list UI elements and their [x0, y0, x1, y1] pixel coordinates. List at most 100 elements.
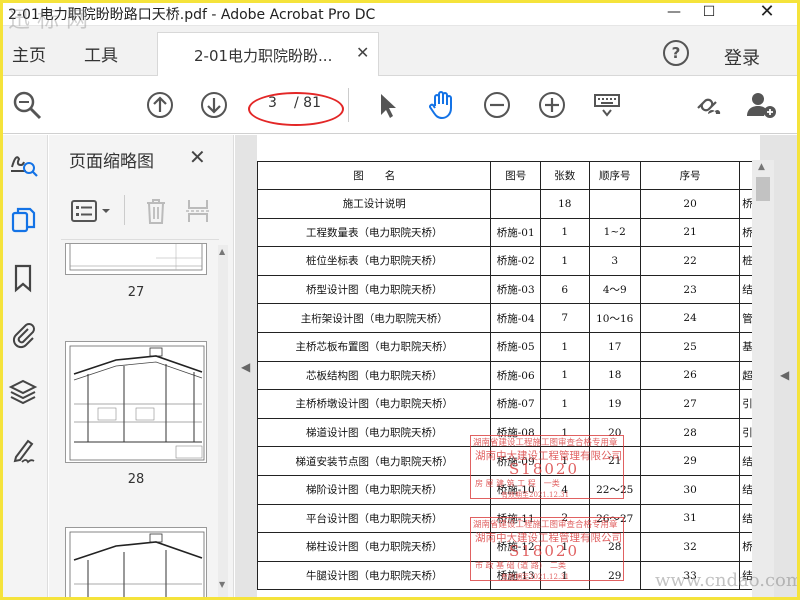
delete-page-icon[interactable]: [144, 197, 168, 225]
table-row: 施工设计说明 18 20 桥: [257, 189, 760, 219]
table-row: 工程数量表（电力职院天桥） 桥施-01 1 1~2 21 桥: [257, 217, 760, 248]
zoom-search-icon[interactable]: [10, 88, 44, 122]
maximize-button[interactable]: ☐: [697, 2, 721, 22]
cell-serial-number: 32: [639, 532, 741, 562]
share-link-icon[interactable]: [690, 88, 724, 122]
header-drawing-number: 图号: [490, 161, 541, 190]
hand-tool-icon[interactable]: [425, 88, 459, 122]
left-rail: [0, 135, 48, 600]
cell-drawing-name: 平台设计图（电力职院天桥）: [257, 503, 492, 534]
cell-serial-number: 28: [639, 417, 741, 448]
thumbnail-page-28[interactable]: [65, 341, 207, 463]
thumbnail-page-27[interactable]: [65, 243, 207, 275]
thumbnails-panel: 页面缩略图 ✕ 27 28: [49, 135, 234, 600]
signature-pen-icon[interactable]: [8, 435, 38, 465]
bookmark-icon[interactable]: [8, 263, 38, 293]
page-thumbnails-icon[interactable]: [8, 205, 38, 235]
tab-document[interactable]: 2-01电力职院盼盼... ✕: [157, 32, 379, 76]
thumbnail-drawing: [69, 531, 205, 600]
panel-divider: [61, 239, 219, 240]
table-row: 主桥桥墩设计图（电力职院天桥） 桥施-07 1 19 27 引: [257, 389, 760, 419]
select-cursor-icon[interactable]: [370, 88, 404, 122]
login-button[interactable]: 登录: [724, 44, 760, 70]
attachment-icon[interactable]: [8, 319, 38, 349]
table-row: 主桥芯板布置图（电力职院天桥） 桥施-05 1 17 25 基: [257, 331, 760, 362]
page-navigator: 3 / 81: [258, 92, 330, 116]
stamp-text: 湖南省建设工程施工图审查合格专用章: [473, 438, 618, 448]
cell-serial-number: 22: [639, 246, 741, 276]
header-order-number: 顺序号: [588, 161, 641, 190]
cell-serial-number: 20: [639, 189, 741, 219]
cell-drawing-name: 桩位坐标表（电力职院天桥）: [257, 246, 492, 276]
cell-drawing-name: 梯道安装节点图（电力职院天桥）: [257, 446, 492, 476]
next-page-icon[interactable]: [197, 88, 231, 122]
add-user-icon[interactable]: [745, 88, 779, 122]
cell-order-number: [588, 189, 641, 219]
cell-serial-number: 27: [639, 389, 741, 419]
cell-drawing-number: 桥施-06: [490, 360, 541, 391]
tab-tools[interactable]: 工具: [84, 41, 118, 66]
cell-drawing-name: 主桥桥墩设计图（电力职院天桥）: [257, 389, 492, 419]
cell-drawing-name: 芯板结构图（电力职院天桥）: [257, 360, 492, 391]
cell-drawing-name: 桥型设计图（电力职院天桥）: [257, 274, 492, 305]
panel-separator: [124, 195, 125, 225]
title-bar: 2-01电力职院盼盼路口天桥.pdf - Adobe Acrobat Pro D…: [0, 0, 800, 26]
expand-right-arrow-icon[interactable]: ◀: [780, 368, 789, 382]
cell-sheet-count: 1: [540, 217, 590, 248]
scroll-up-arrow-icon[interactable]: ▲: [219, 247, 225, 256]
cell-order-number: 4～9: [588, 274, 641, 305]
table-row: 桥型设计图（电力职院天桥） 桥施-03 6 4～9 23 结: [257, 274, 760, 305]
zoom-in-icon[interactable]: [535, 88, 569, 122]
scroll-down-arrow-icon[interactable]: ▼: [219, 580, 225, 589]
minimize-button[interactable]: —: [662, 2, 686, 22]
cell-order-number: 17: [588, 331, 641, 362]
layers-icon[interactable]: [8, 377, 38, 407]
scroll-up-arrow-icon[interactable]: ▲: [758, 162, 765, 172]
thumbnail-scrollbar[interactable]: ▲ ▼: [218, 245, 228, 600]
stamp-text: 湖南省建设工程施工图审查合格专用章: [473, 520, 618, 530]
keyboard-tool-icon[interactable]: [590, 88, 624, 122]
cell-drawing-name: 牛腿设计图（电力职院天桥）: [257, 560, 492, 591]
total-pages: / 81: [294, 95, 321, 111]
cell-serial-number: 24: [639, 303, 741, 333]
cell-sheet-count: 18: [540, 189, 590, 219]
header-sheet-count: 张数: [540, 161, 590, 190]
cell-sheet-count: 1: [540, 360, 590, 391]
cell-serial-number: 25: [639, 331, 741, 362]
document-scrollbar[interactable]: ▲: [752, 160, 774, 600]
scrollbar-thumb[interactable]: [756, 177, 770, 201]
table-row: 桩位坐标表（电力职院天桥） 桥施-02 1 3 22 桩: [257, 246, 760, 276]
cell-sheet-count: 1: [540, 331, 590, 362]
stamp-text: 有效期至2021.12.31: [501, 491, 570, 499]
cell-order-number: 3: [588, 246, 641, 276]
previous-page-icon[interactable]: [143, 88, 177, 122]
header-serial-number: 序号: [639, 161, 741, 190]
close-tab-icon[interactable]: ✕: [356, 43, 369, 62]
cell-drawing-name: 主桥芯板布置图（电力职院天桥）: [257, 331, 492, 362]
extract-page-icon[interactable]: [184, 197, 212, 225]
close-panel-icon[interactable]: ✕: [189, 145, 206, 169]
table-row: 主桁架设计图（电力职院天桥） 桥施-04 7 10～16 24 管: [257, 303, 760, 333]
current-page-input[interactable]: 3: [268, 95, 277, 111]
toolbar: 3 / 81: [0, 76, 800, 134]
thumbnail-options-icon[interactable]: [71, 199, 113, 223]
cell-drawing-number: 桥施-07: [490, 389, 541, 419]
tab-home[interactable]: 主页: [12, 41, 46, 66]
stamp-text: S18020: [509, 542, 579, 560]
cell-sheet-count: 1: [540, 246, 590, 276]
stamp-text: S18020: [509, 460, 579, 478]
collapse-left-arrow-icon[interactable]: ◀: [241, 360, 250, 374]
help-icon[interactable]: ?: [663, 40, 689, 66]
cell-order-number: 10～16: [588, 303, 641, 333]
close-window-button[interactable]: ✕: [755, 2, 779, 22]
cell-drawing-number: 桥施-01: [490, 217, 541, 248]
cell-order-number: 1~2: [588, 217, 641, 248]
cell-drawing-number: 桥施-05: [490, 331, 541, 362]
stamp-text: 有效期至2021.12.31: [501, 573, 570, 581]
cell-drawing-name: 工程数量表（电力职院天桥）: [257, 217, 492, 248]
fill-sign-icon[interactable]: [8, 147, 38, 177]
cell-serial-number: 21: [639, 217, 741, 248]
thumbnail-page-29[interactable]: [65, 527, 207, 600]
zoom-out-icon[interactable]: [480, 88, 514, 122]
header-drawing-name: 图 名: [257, 161, 492, 190]
